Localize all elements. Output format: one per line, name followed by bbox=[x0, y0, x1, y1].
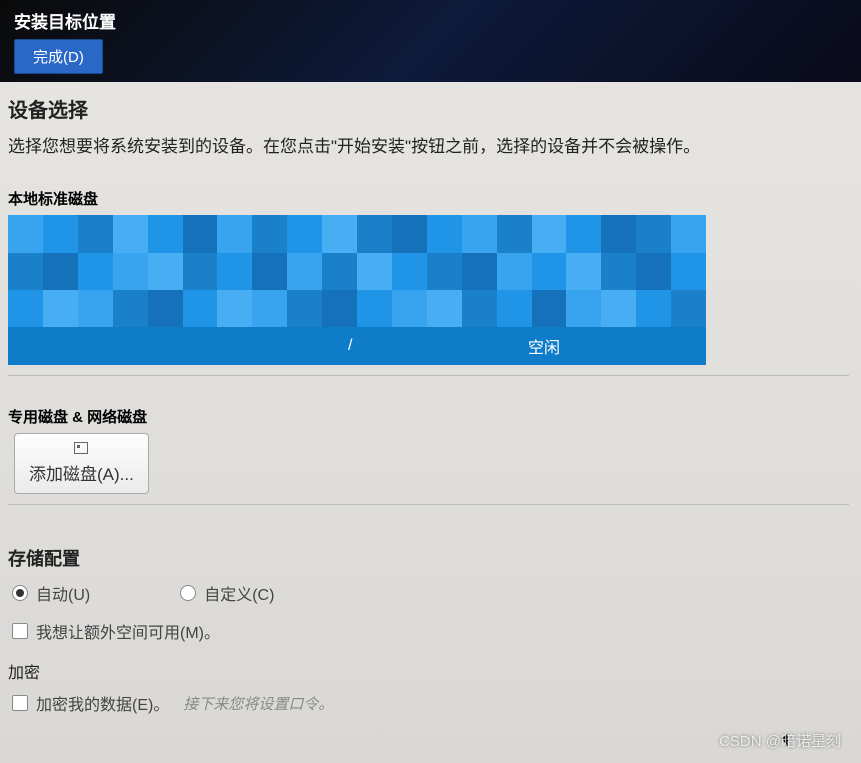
disk-info-bar: / 空闲 bbox=[8, 327, 706, 365]
encrypt-hint: 接下来您将设置口令。 bbox=[183, 693, 333, 714]
extra-space-label: 我想让额外空间可用(M)。 bbox=[36, 619, 220, 643]
local-disks-container: / 空闲 bbox=[8, 215, 849, 376]
storage-config-title: 存储配置 bbox=[8, 545, 849, 571]
special-disks-container: 添加磁盘(A)... bbox=[8, 433, 849, 505]
add-disk-button[interactable]: 添加磁盘(A)... bbox=[14, 433, 149, 494]
main-content: 设备选择 选择您想要将系统安装到的设备。在您点击"开始安装"按钮之前，选择的设备… bbox=[0, 82, 861, 715]
extra-space-row: 我想让额外空间可用(M)。 bbox=[8, 619, 849, 643]
radio-custom-label: 自定义(C) bbox=[204, 581, 274, 605]
page-title: 安装目标位置 bbox=[14, 8, 847, 33]
header-bar: 安装目标位置 完成(D) bbox=[0, 0, 861, 82]
device-selection-description: 选择您想要将系统安装到的设备。在您点击"开始安装"按钮之前，选择的设备并不会被操… bbox=[8, 133, 849, 160]
checkbox-icon bbox=[12, 695, 28, 711]
encryption-title: 加密 bbox=[8, 659, 849, 683]
radio-auto-label: 自动(U) bbox=[36, 581, 90, 605]
radio-icon bbox=[180, 585, 196, 601]
encrypt-label: 加密我的数据(E)。 bbox=[36, 691, 169, 715]
checkbox-icon bbox=[12, 623, 28, 639]
partition-radio-group: 自动(U) 自定义(C) bbox=[8, 581, 849, 605]
device-selection-title: 设备选择 bbox=[8, 94, 849, 123]
radio-custom[interactable]: 自定义(C) bbox=[180, 581, 274, 605]
radio-auto[interactable]: 自动(U) bbox=[12, 581, 90, 605]
checkbox-extra-space[interactable]: 我想让额外空间可用(M)。 bbox=[12, 619, 849, 643]
disk-free-label: 空闲 bbox=[528, 334, 560, 358]
disk-icon bbox=[74, 442, 88, 454]
special-disks-title: 专用磁盘 & 网络磁盘 bbox=[8, 406, 849, 427]
disk-item-selected[interactable]: / 空闲 bbox=[8, 215, 706, 365]
storage-config-section: 存储配置 自动(U) 自定义(C) 我想让额外空间可用(M)。 加密 加密我的数… bbox=[8, 545, 849, 715]
disk-separator: / bbox=[348, 337, 352, 355]
watermark: CSDN @暗诺星刻 bbox=[719, 730, 841, 751]
add-disk-label: 添加磁盘(A)... bbox=[29, 460, 134, 485]
done-button[interactable]: 完成(D) bbox=[14, 39, 103, 74]
checkbox-encrypt[interactable]: 加密我的数据(E)。 bbox=[12, 691, 169, 715]
local-disks-title: 本地标准磁盘 bbox=[8, 188, 849, 209]
radio-icon bbox=[12, 585, 28, 601]
encryption-row: 加密我的数据(E)。 接下来您将设置口令。 bbox=[8, 691, 849, 715]
